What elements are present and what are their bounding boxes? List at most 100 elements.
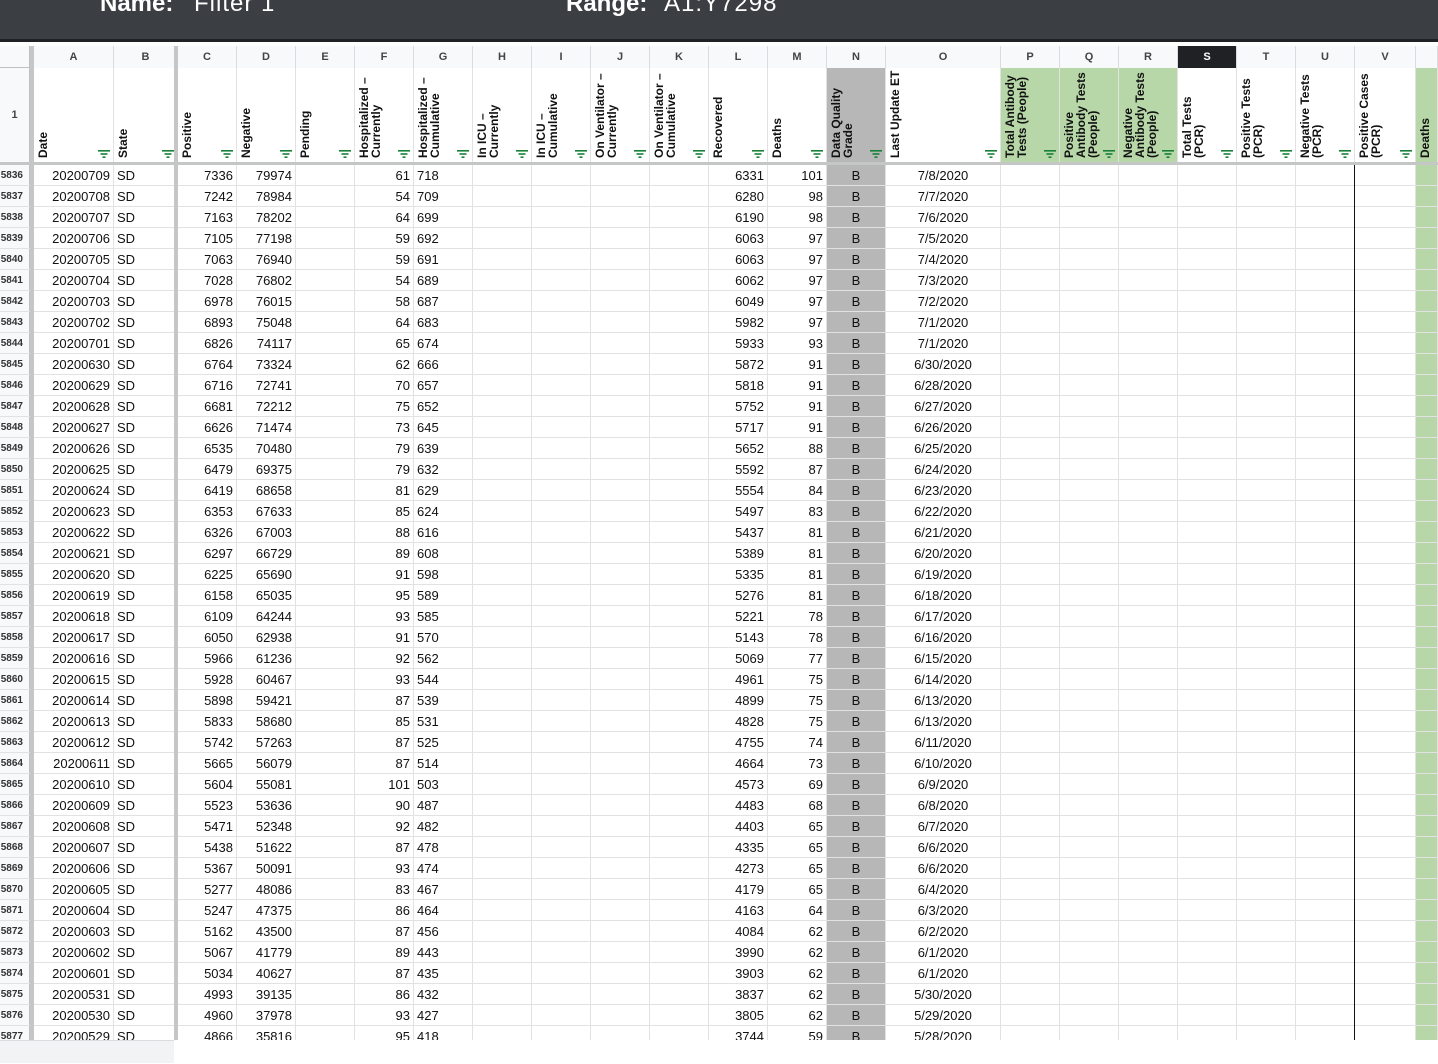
- table-cell[interactable]: [1060, 984, 1119, 1004]
- table-cell[interactable]: [473, 186, 532, 206]
- table-cell[interactable]: [591, 816, 650, 836]
- table-cell[interactable]: 5069: [709, 648, 768, 668]
- table-cell[interactable]: 6/17/2020: [886, 606, 1001, 626]
- table-cell[interactable]: B: [827, 984, 886, 1004]
- table-cell[interactable]: 6/24/2020: [886, 459, 1001, 479]
- table-cell[interactable]: 56079: [237, 753, 296, 773]
- table-cell[interactable]: 6/6/2020: [886, 837, 1001, 857]
- table-cell[interactable]: SD: [114, 711, 178, 731]
- table-cell[interactable]: [473, 648, 532, 668]
- table-cell[interactable]: [1178, 543, 1237, 563]
- table-cell[interactable]: [1119, 984, 1178, 1004]
- table-cell[interactable]: [473, 354, 532, 374]
- row-number[interactable]: 5850: [0, 459, 30, 479]
- table-cell[interactable]: B: [827, 858, 886, 878]
- filter-range-input[interactable]: A1:Y7298: [664, 0, 777, 18]
- table-cell[interactable]: 6/28/2020: [886, 375, 1001, 395]
- table-cell[interactable]: 474: [414, 858, 473, 878]
- table-cell[interactable]: [1060, 417, 1119, 437]
- table-cell[interactable]: 61236: [237, 648, 296, 668]
- row-number[interactable]: 5845: [0, 354, 30, 374]
- table-cell[interactable]: 54: [355, 270, 414, 290]
- table-cell[interactable]: [650, 480, 709, 500]
- table-cell[interactable]: 20200708: [34, 186, 114, 206]
- table-cell[interactable]: [473, 795, 532, 815]
- filter-icon[interactable]: [870, 150, 882, 158]
- table-cell[interactable]: [296, 291, 355, 311]
- row-number[interactable]: 5864: [0, 753, 30, 773]
- table-cell[interactable]: [1416, 480, 1438, 500]
- table-cell[interactable]: 5367: [178, 858, 237, 878]
- table-cell[interactable]: 7063: [178, 249, 237, 269]
- table-cell[interactable]: [1296, 1005, 1355, 1025]
- table-cell[interactable]: 585: [414, 606, 473, 626]
- table-cell[interactable]: [1296, 312, 1355, 332]
- table-cell[interactable]: [1237, 438, 1296, 458]
- table-cell[interactable]: 91: [768, 417, 827, 437]
- table-cell[interactable]: 20200705: [34, 249, 114, 269]
- table-cell[interactable]: [296, 480, 355, 500]
- table-cell[interactable]: [1119, 186, 1178, 206]
- table-cell[interactable]: 83: [355, 879, 414, 899]
- table-cell[interactable]: [1119, 879, 1178, 899]
- table-cell[interactable]: 6/20/2020: [886, 543, 1001, 563]
- row-number[interactable]: 5856: [0, 585, 30, 605]
- table-cell[interactable]: 3805: [709, 1005, 768, 1025]
- table-cell[interactable]: [473, 669, 532, 689]
- filter-icon[interactable]: [339, 150, 351, 158]
- table-cell[interactable]: 91: [768, 375, 827, 395]
- table-cell[interactable]: [650, 963, 709, 983]
- table-cell[interactable]: [1060, 837, 1119, 857]
- table-cell[interactable]: 81: [768, 564, 827, 584]
- table-cell[interactable]: 62: [768, 921, 827, 941]
- table-cell[interactable]: 427: [414, 1005, 473, 1025]
- table-cell[interactable]: [1178, 522, 1237, 542]
- table-cell[interactable]: [473, 564, 532, 584]
- table-cell[interactable]: [1060, 858, 1119, 878]
- table-cell[interactable]: [296, 711, 355, 731]
- table-cell[interactable]: [532, 858, 591, 878]
- table-cell[interactable]: [1355, 291, 1416, 311]
- table-cell[interactable]: 6353: [178, 501, 237, 521]
- table-cell[interactable]: [1060, 333, 1119, 353]
- table-cell[interactable]: 6/7/2020: [886, 816, 1001, 836]
- table-cell[interactable]: 67633: [237, 501, 296, 521]
- table-cell[interactable]: 92: [355, 648, 414, 668]
- table-cell[interactable]: [1060, 375, 1119, 395]
- table-cell[interactable]: [1178, 354, 1237, 374]
- table-cell[interactable]: [1355, 669, 1416, 689]
- table-cell[interactable]: 78: [768, 627, 827, 647]
- table-cell[interactable]: [1001, 963, 1060, 983]
- table-cell[interactable]: 456: [414, 921, 473, 941]
- column-letter[interactable]: P: [1001, 46, 1060, 68]
- table-cell[interactable]: 6/26/2020: [886, 417, 1001, 437]
- table-cell[interactable]: 639: [414, 438, 473, 458]
- table-cell[interactable]: 20200602: [34, 942, 114, 962]
- table-cell[interactable]: SD: [114, 249, 178, 269]
- table-cell[interactable]: [532, 354, 591, 374]
- table-cell[interactable]: [532, 921, 591, 941]
- row-number[interactable]: 5867: [0, 816, 30, 836]
- table-cell[interactable]: [1355, 984, 1416, 1004]
- table-cell[interactable]: [296, 858, 355, 878]
- table-cell[interactable]: [1237, 1026, 1296, 1040]
- table-cell[interactable]: 4573: [709, 774, 768, 794]
- table-cell[interactable]: 6280: [709, 186, 768, 206]
- table-cell[interactable]: [1296, 921, 1355, 941]
- table-cell[interactable]: 20200605: [34, 879, 114, 899]
- table-cell[interactable]: [1355, 207, 1416, 227]
- table-cell[interactable]: [296, 753, 355, 773]
- row-number[interactable]: 5848: [0, 417, 30, 437]
- table-cell[interactable]: [296, 774, 355, 794]
- table-cell[interactable]: [1060, 963, 1119, 983]
- table-cell[interactable]: 666: [414, 354, 473, 374]
- table-cell[interactable]: 72212: [237, 396, 296, 416]
- table-cell[interactable]: B: [827, 165, 886, 185]
- table-cell[interactable]: [1355, 459, 1416, 479]
- table-cell[interactable]: SD: [114, 291, 178, 311]
- table-cell[interactable]: [1416, 270, 1438, 290]
- table-cell[interactable]: [296, 627, 355, 647]
- table-cell[interactable]: 20200627: [34, 417, 114, 437]
- table-cell[interactable]: [1355, 375, 1416, 395]
- table-cell[interactable]: [1416, 1026, 1438, 1040]
